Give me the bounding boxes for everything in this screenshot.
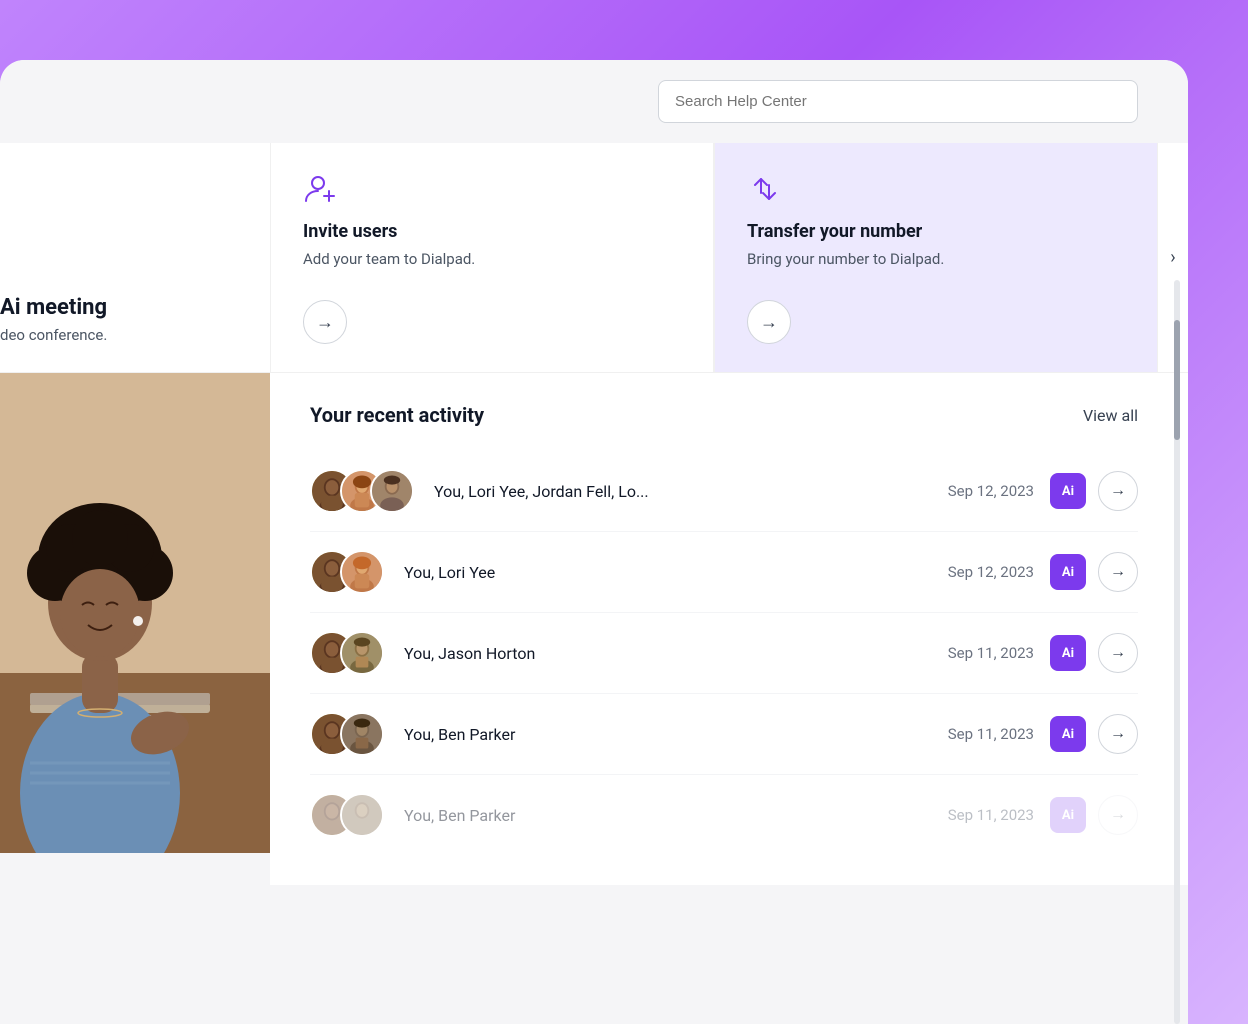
- activity-item-5: You, Ben Parker Sep 11, 2023 Ai →: [310, 775, 1138, 855]
- card-transfer-number-arrow-button[interactable]: →: [747, 300, 791, 344]
- activity-arrow-button-3[interactable]: →: [1098, 633, 1138, 673]
- activity-arrow-button-4[interactable]: →: [1098, 714, 1138, 754]
- avatars-group-2: [310, 550, 384, 594]
- ai-badge-1: Ai: [1050, 473, 1086, 509]
- activity-arrow-button-5[interactable]: →: [1098, 795, 1138, 835]
- activity-arrow-button-1[interactable]: →: [1098, 471, 1138, 511]
- avatar-2-2: [340, 550, 384, 594]
- activity-title: Your recent activity: [310, 403, 484, 427]
- main-container: Ai meeting deo conference. Invite users …: [0, 60, 1188, 1024]
- arrow-right-icon: →: [316, 312, 334, 333]
- chevron-right-icon: ›: [1170, 247, 1175, 268]
- activity-name-3: You, Jason Horton: [404, 644, 948, 663]
- card-invite-users-subtitle: Add your team to Dialpad.: [303, 250, 673, 268]
- card-transfer-number-title: Transfer your number: [747, 221, 1117, 242]
- avatars-group-1: [310, 469, 414, 513]
- bottom-section: Your recent activity View all: [0, 373, 1188, 885]
- ai-badge-label-1: Ai: [1062, 484, 1074, 499]
- avatars-group-5: [310, 793, 384, 837]
- activity-date-1: Sep 12, 2023: [948, 482, 1034, 500]
- ai-badge-label-5: Ai: [1062, 808, 1074, 823]
- avatar-3-2: [340, 631, 384, 675]
- card-invite-users: Invite users Add your team to Dialpad. →: [271, 143, 714, 372]
- card-invite-users-arrow-button[interactable]: →: [303, 300, 347, 344]
- avatars-group-4: [310, 712, 384, 756]
- arrow-icon-4: →: [1110, 725, 1126, 743]
- hero-image-svg: [0, 373, 270, 853]
- avatar-5-2: [340, 793, 384, 837]
- activity-item-4: You, Ben Parker Sep 11, 2023 Ai →: [310, 694, 1138, 775]
- avatars-group-3: [310, 631, 384, 675]
- card-ai-meeting-text: Ai meeting deo conference.: [0, 295, 270, 344]
- activity-name-2: You, Lori Yee: [404, 563, 948, 582]
- view-all-link[interactable]: View all: [1083, 406, 1138, 425]
- hero-photo: [0, 373, 270, 853]
- scrollbar-thumb: [1174, 373, 1180, 440]
- activity-section: Your recent activity View all: [270, 373, 1188, 885]
- activity-header: Your recent activity View all: [310, 403, 1138, 427]
- activity-name-1: You, Lori Yee, Jordan Fell, Lo...: [434, 482, 948, 501]
- activity-date-3: Sep 11, 2023: [948, 644, 1034, 662]
- ai-badge-label-3: Ai: [1062, 646, 1074, 661]
- card-ai-meeting: Ai meeting deo conference.: [0, 143, 270, 372]
- card-ai-meeting-title: Ai meeting: [0, 295, 270, 320]
- ai-badge-label-4: Ai: [1062, 727, 1074, 742]
- ai-badge-2: Ai: [1050, 554, 1086, 590]
- activity-list: You, Lori Yee, Jordan Fell, Lo... Sep 12…: [310, 451, 1138, 855]
- arrow-icon-3: →: [1110, 644, 1126, 662]
- arrow-icon-1: →: [1110, 482, 1126, 500]
- ai-badge-label-2: Ai: [1062, 565, 1074, 580]
- search-input-wrapper: [658, 80, 1138, 123]
- add-user-icon: [303, 171, 339, 207]
- search-area: [0, 60, 1188, 143]
- arrow-right-icon-2: →: [760, 312, 778, 333]
- ai-badge-3: Ai: [1050, 635, 1086, 671]
- card-transfer-number: Transfer your number Bring your number t…: [715, 143, 1158, 372]
- activity-name-5: You, Ben Parker: [404, 806, 948, 825]
- scrollbar[interactable]: [1174, 373, 1180, 885]
- search-input[interactable]: [658, 80, 1138, 123]
- activity-date-2: Sep 12, 2023: [948, 563, 1034, 581]
- card-ai-meeting-subtitle: deo conference.: [0, 326, 270, 344]
- avatar-1-3: [370, 469, 414, 513]
- activity-date-4: Sep 11, 2023: [948, 725, 1034, 743]
- avatar-4-2: [340, 712, 384, 756]
- activity-item-1: You, Lori Yee, Jordan Fell, Lo... Sep 12…: [310, 451, 1138, 532]
- card-invite-users-title: Invite users: [303, 221, 673, 242]
- activity-item-2: You, Lori Yee Sep 12, 2023 Ai →: [310, 532, 1138, 613]
- top-cards-section: Ai meeting deo conference. Invite users …: [0, 143, 1188, 373]
- activity-name-4: You, Ben Parker: [404, 725, 948, 744]
- ai-badge-5: Ai: [1050, 797, 1086, 833]
- arrow-icon-5: →: [1110, 806, 1126, 824]
- arrow-icon-2: →: [1110, 563, 1126, 581]
- card-transfer-number-subtitle: Bring your number to Dialpad.: [747, 250, 1117, 268]
- ai-badge-4: Ai: [1050, 716, 1086, 752]
- activity-date-5: Sep 11, 2023: [948, 806, 1034, 824]
- activity-item-3: You, Jason Horton Sep 11, 2023 Ai →: [310, 613, 1138, 694]
- activity-arrow-button-2[interactable]: →: [1098, 552, 1138, 592]
- transfer-icon: [747, 171, 783, 207]
- right-scroll-arrow[interactable]: ›: [1158, 143, 1188, 372]
